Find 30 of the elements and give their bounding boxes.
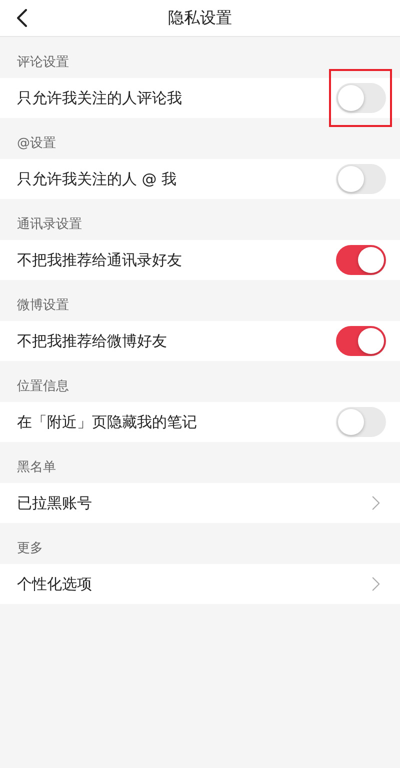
row-label: 个性化选项 xyxy=(17,574,92,594)
toggle-switch[interactable] xyxy=(336,326,386,356)
row-label: 在「附近」页隐藏我的笔记 xyxy=(17,412,197,432)
settings-row[interactable]: 只允许我关注的人 @ 我 xyxy=(0,159,400,199)
section-header: 微博设置 xyxy=(16,297,70,315)
row-label: 不把我推荐给通讯录好友 xyxy=(17,250,182,270)
settings-row[interactable]: 不把我推荐给通讯录好友 xyxy=(0,240,400,280)
section-header: 评论设置 xyxy=(16,54,70,72)
settings-row[interactable]: 已拉黑账号 xyxy=(0,483,400,523)
toggle-switch[interactable] xyxy=(336,83,386,113)
section-header: 黑名单 xyxy=(16,459,57,477)
section-header: 更多 xyxy=(16,540,44,558)
section-header: 位置信息 xyxy=(16,378,70,396)
toggle-switch[interactable] xyxy=(336,407,386,437)
settings-row[interactable]: 不把我推荐给微博好友 xyxy=(0,321,400,361)
row-label: 已拉黑账号 xyxy=(17,494,92,512)
row-label: 不把我推荐给微博好友 xyxy=(17,332,167,350)
toggle-switch[interactable] xyxy=(336,164,386,194)
chevron-icon xyxy=(372,496,380,510)
toggle-switch[interactable] xyxy=(336,245,386,275)
settings-row[interactable]: 在「附近」页隐藏我的笔记 xyxy=(0,402,400,442)
section-header: @设置 xyxy=(16,135,57,153)
back-icon[interactable] xyxy=(17,9,27,27)
settings-row[interactable]: 个性化选项 xyxy=(0,564,400,604)
row-label: 只允许我关注的人 @ 我 xyxy=(17,170,177,188)
section-header: 通讯录设置 xyxy=(16,216,83,234)
chevron-icon xyxy=(372,577,380,591)
settings-row[interactable]: 只允许我关注的人评论我 xyxy=(0,78,400,118)
page-title: 隐私设置 xyxy=(168,8,232,28)
row-label: 只允许我关注的人评论我 xyxy=(17,88,182,108)
